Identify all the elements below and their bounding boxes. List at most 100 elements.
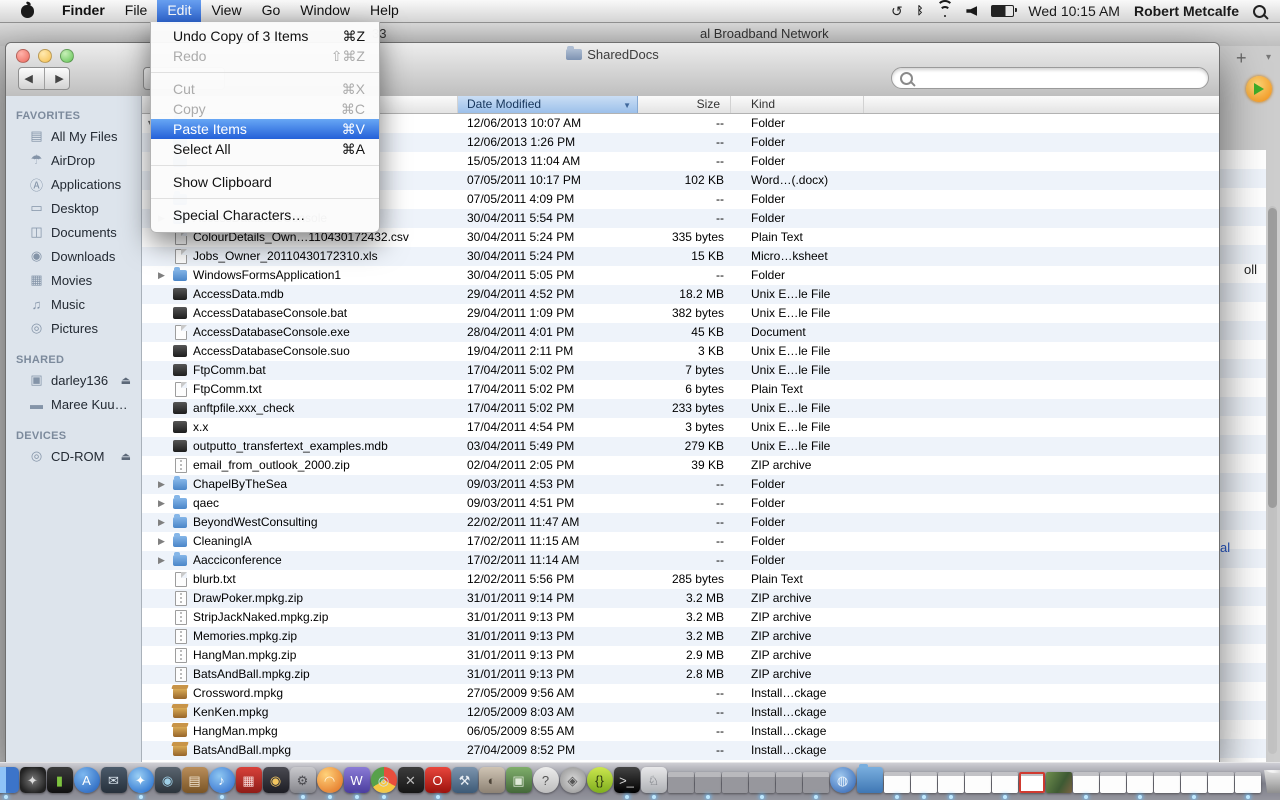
menu-bar-username[interactable]: Robert Metcalfe [1134, 3, 1239, 19]
opera-dock-icon[interactable]: O [425, 767, 451, 793]
menu-bar-item[interactable]: File [115, 0, 158, 24]
minimized-window-thumb[interactable] [776, 772, 802, 793]
sidebar-item-pictures[interactable]: ◎ Pictures [6, 316, 141, 340]
menu-bar-item[interactable]: View [201, 0, 251, 24]
disclosure-triangle-icon[interactable]: ▶ [158, 532, 168, 551]
file-row[interactable]: outputto_transfertext_examples.mdb 03/04… [142, 437, 1219, 456]
finder-dock-icon[interactable] [0, 767, 19, 793]
menu-item[interactable]: Redo ⇧⌘Z [151, 46, 379, 66]
scrollbar[interactable] [1268, 206, 1277, 754]
back-forward-control[interactable]: ◀ ▶ [18, 67, 70, 90]
file-row[interactable]: HangMan.mpkg 06/05/2009 8:55 AM -- Insta… [142, 722, 1219, 741]
front-row-dock-icon[interactable]: ▦ [236, 767, 262, 793]
dark-utility-dock-icon[interactable]: ✕ [398, 767, 424, 793]
file-row[interactable]: KenKen.mpkg 12/05/2009 8:03 AM -- Instal… [142, 703, 1219, 722]
menu-item[interactable]: Special Characters… [151, 205, 379, 225]
disclosure-triangle-icon[interactable]: ▶ [158, 475, 168, 494]
system-preferences-dock-icon[interactable]: ⚙ [290, 767, 316, 793]
disclosure-triangle-icon[interactable]: ▶ [158, 266, 168, 285]
background-link-fragment[interactable]: al [1220, 540, 1230, 555]
menu-item[interactable]: Cut ⌘X [151, 79, 379, 99]
minimized-window-thumb[interactable] [722, 772, 748, 793]
photo-booth-dock-icon[interactable]: ◉ [263, 767, 289, 793]
sidebar-item-all-my-files[interactable]: ▤ All My Files [6, 124, 141, 148]
chrome-dock-icon[interactable]: ◎ [371, 767, 397, 793]
file-row[interactable]: ▶ BeyondWestConsulting 22/02/2011 11:47 … [142, 513, 1219, 532]
sidebar-item-airdrop[interactable]: ☂ AirDrop [6, 148, 141, 172]
menu-item[interactable] [151, 72, 379, 73]
file-row[interactable]: email_from_outlook_2000.zip 02/04/2011 2… [142, 456, 1219, 475]
volume-icon[interactable] [966, 6, 977, 16]
file-row[interactable]: ▶ WindowsFormsApplication1 30/04/2011 5:… [142, 266, 1219, 285]
sidebar-item-applications[interactable]: Ⓐ Applications [6, 172, 141, 196]
help-dock-icon[interactable]: ? [533, 767, 559, 793]
menu-item[interactable]: Paste Items ⌘V [151, 119, 379, 139]
file-row[interactable]: HangMan.mpkg.zip 31/01/2011 9:13 PM 2.9 … [142, 646, 1219, 665]
search-field[interactable] [891, 67, 1209, 89]
column-header-kind[interactable]: Kind [731, 96, 864, 113]
launchpad-dock-icon[interactable]: ✦ [20, 767, 46, 793]
facetime-dock-icon[interactable]: ◉ [155, 767, 181, 793]
file-row[interactable]: AccessDatabaseConsole.suo 19/04/2011 2:1… [142, 342, 1219, 361]
firefox-dock-icon[interactable]: ◠ [317, 767, 343, 793]
file-row[interactable]: anftpfile.xxx_check 17/04/2011 5:02 PM 2… [142, 399, 1219, 418]
file-row[interactable]: Jobs_Owner_20110430172310.xls 30/04/2011… [142, 247, 1219, 266]
mail-dock-icon[interactable]: ✉ [101, 767, 127, 793]
file-row[interactable]: FtpComm.txt 17/04/2011 5:02 PM 6 bytes P… [142, 380, 1219, 399]
time-machine-icon[interactable]: ↺ [891, 3, 903, 20]
menu-item[interactable]: Undo Copy of 3 Items ⌘Z [151, 26, 379, 46]
minimized-window-thumb[interactable] [992, 772, 1018, 793]
minimized-window-thumb[interactable] [1127, 772, 1153, 793]
minimized-window-thumb[interactable] [695, 772, 721, 793]
chevron-down-icon[interactable]: ▾ [1266, 52, 1271, 63]
minimized-window-thumb[interactable] [1235, 772, 1261, 793]
keychain-dock-icon[interactable]: ◈ [560, 767, 586, 793]
file-row[interactable]: x.x 17/04/2011 4:54 PM 3 bytes Unix E…le… [142, 418, 1219, 437]
minimized-window-thumb[interactable] [1208, 772, 1234, 793]
eject-icon[interactable]: ⏏ [121, 374, 131, 387]
sidebar-item-movies[interactable]: ▦ Movies [6, 268, 141, 292]
file-row[interactable]: ▶ CleaningIA 17/02/2011 11:15 AM -- Fold… [142, 532, 1219, 551]
file-row[interactable]: AccessDatabaseConsole.exe 28/04/2011 4:0… [142, 323, 1219, 342]
file-row[interactable]: Crossword.mpkg 27/05/2009 9:56 AM -- Ins… [142, 684, 1219, 703]
sidebar-item-music[interactable]: ♫ Music [6, 292, 141, 316]
battery-icon[interactable] [991, 5, 1014, 17]
feather-w-app-dock-icon[interactable]: W [344, 767, 370, 793]
file-row[interactable]: ▶ ChapelByTheSea 09/03/2011 4:53 PM -- F… [142, 475, 1219, 494]
column-header-date-modified[interactable]: Date Modified▼ [458, 96, 638, 113]
sidebar-item-desktop[interactable]: ▭ Desktop [6, 196, 141, 220]
braces-editor-dock-icon[interactable]: {} [587, 767, 613, 793]
minimized-window-thumb[interactable] [1019, 772, 1045, 793]
minimized-window-thumb[interactable] [749, 772, 775, 793]
file-row[interactable]: BatsAndBall.mpkg.zip 31/01/2011 9:13 PM … [142, 665, 1219, 684]
image-preview-dock-icon[interactable]: ▣ [506, 767, 532, 793]
spotlight-icon[interactable] [1253, 5, 1266, 18]
minimized-window-thumb[interactable] [668, 772, 694, 793]
gimp-dock-icon[interactable]: ◐ [479, 767, 505, 793]
sidebar-item-downloads[interactable]: ◉ Downloads [6, 244, 141, 268]
file-row[interactable]: AccessData.mdb 29/04/2011 4:52 PM 18.2 M… [142, 285, 1219, 304]
network-app-dock-icon[interactable]: ◍ [830, 767, 856, 793]
menu-bar-item[interactable]: Go [252, 0, 291, 24]
safari-dock-icon[interactable]: ✦ [128, 767, 154, 793]
column-header-size[interactable]: Size [638, 96, 731, 113]
bluetooth-icon[interactable]: ᛒ [917, 5, 924, 17]
apple-menu-icon[interactable] [21, 5, 34, 18]
file-row[interactable]: StripJackNaked.mpkg.zip 31/01/2011 9:13 … [142, 608, 1219, 627]
minimized-window-thumb[interactable] [884, 772, 910, 793]
automator-dock-icon[interactable]: ♘ [641, 767, 667, 793]
minimized-window-thumb[interactable] [803, 772, 829, 793]
remote-app-dock-icon[interactable]: ▮ [47, 767, 73, 793]
file-row[interactable]: BatsAndBall.mpkg 27/04/2009 8:52 PM -- I… [142, 741, 1219, 760]
file-row[interactable]: blurb.txt 12/02/2011 5:56 PM 285 bytes P… [142, 570, 1219, 589]
downloads-folder-dock-icon[interactable] [857, 767, 883, 793]
menu-item[interactable]: Copy ⌘C [151, 99, 379, 119]
file-row[interactable]: Memories.mpkg.zip 31/01/2011 9:13 PM 3.2… [142, 627, 1219, 646]
minimized-window-thumb[interactable] [1073, 772, 1099, 793]
add-button[interactable]: + [1236, 48, 1247, 69]
file-row[interactable]: FtpComm.bat 17/04/2011 5:02 PM 7 bytes U… [142, 361, 1219, 380]
disclosure-triangle-icon[interactable]: ▶ [158, 494, 168, 513]
menu-bar-item[interactable]: Edit [157, 0, 201, 24]
menu-bar-item[interactable]: Help [360, 0, 409, 24]
forward-button[interactable]: ▶ [55, 72, 63, 85]
